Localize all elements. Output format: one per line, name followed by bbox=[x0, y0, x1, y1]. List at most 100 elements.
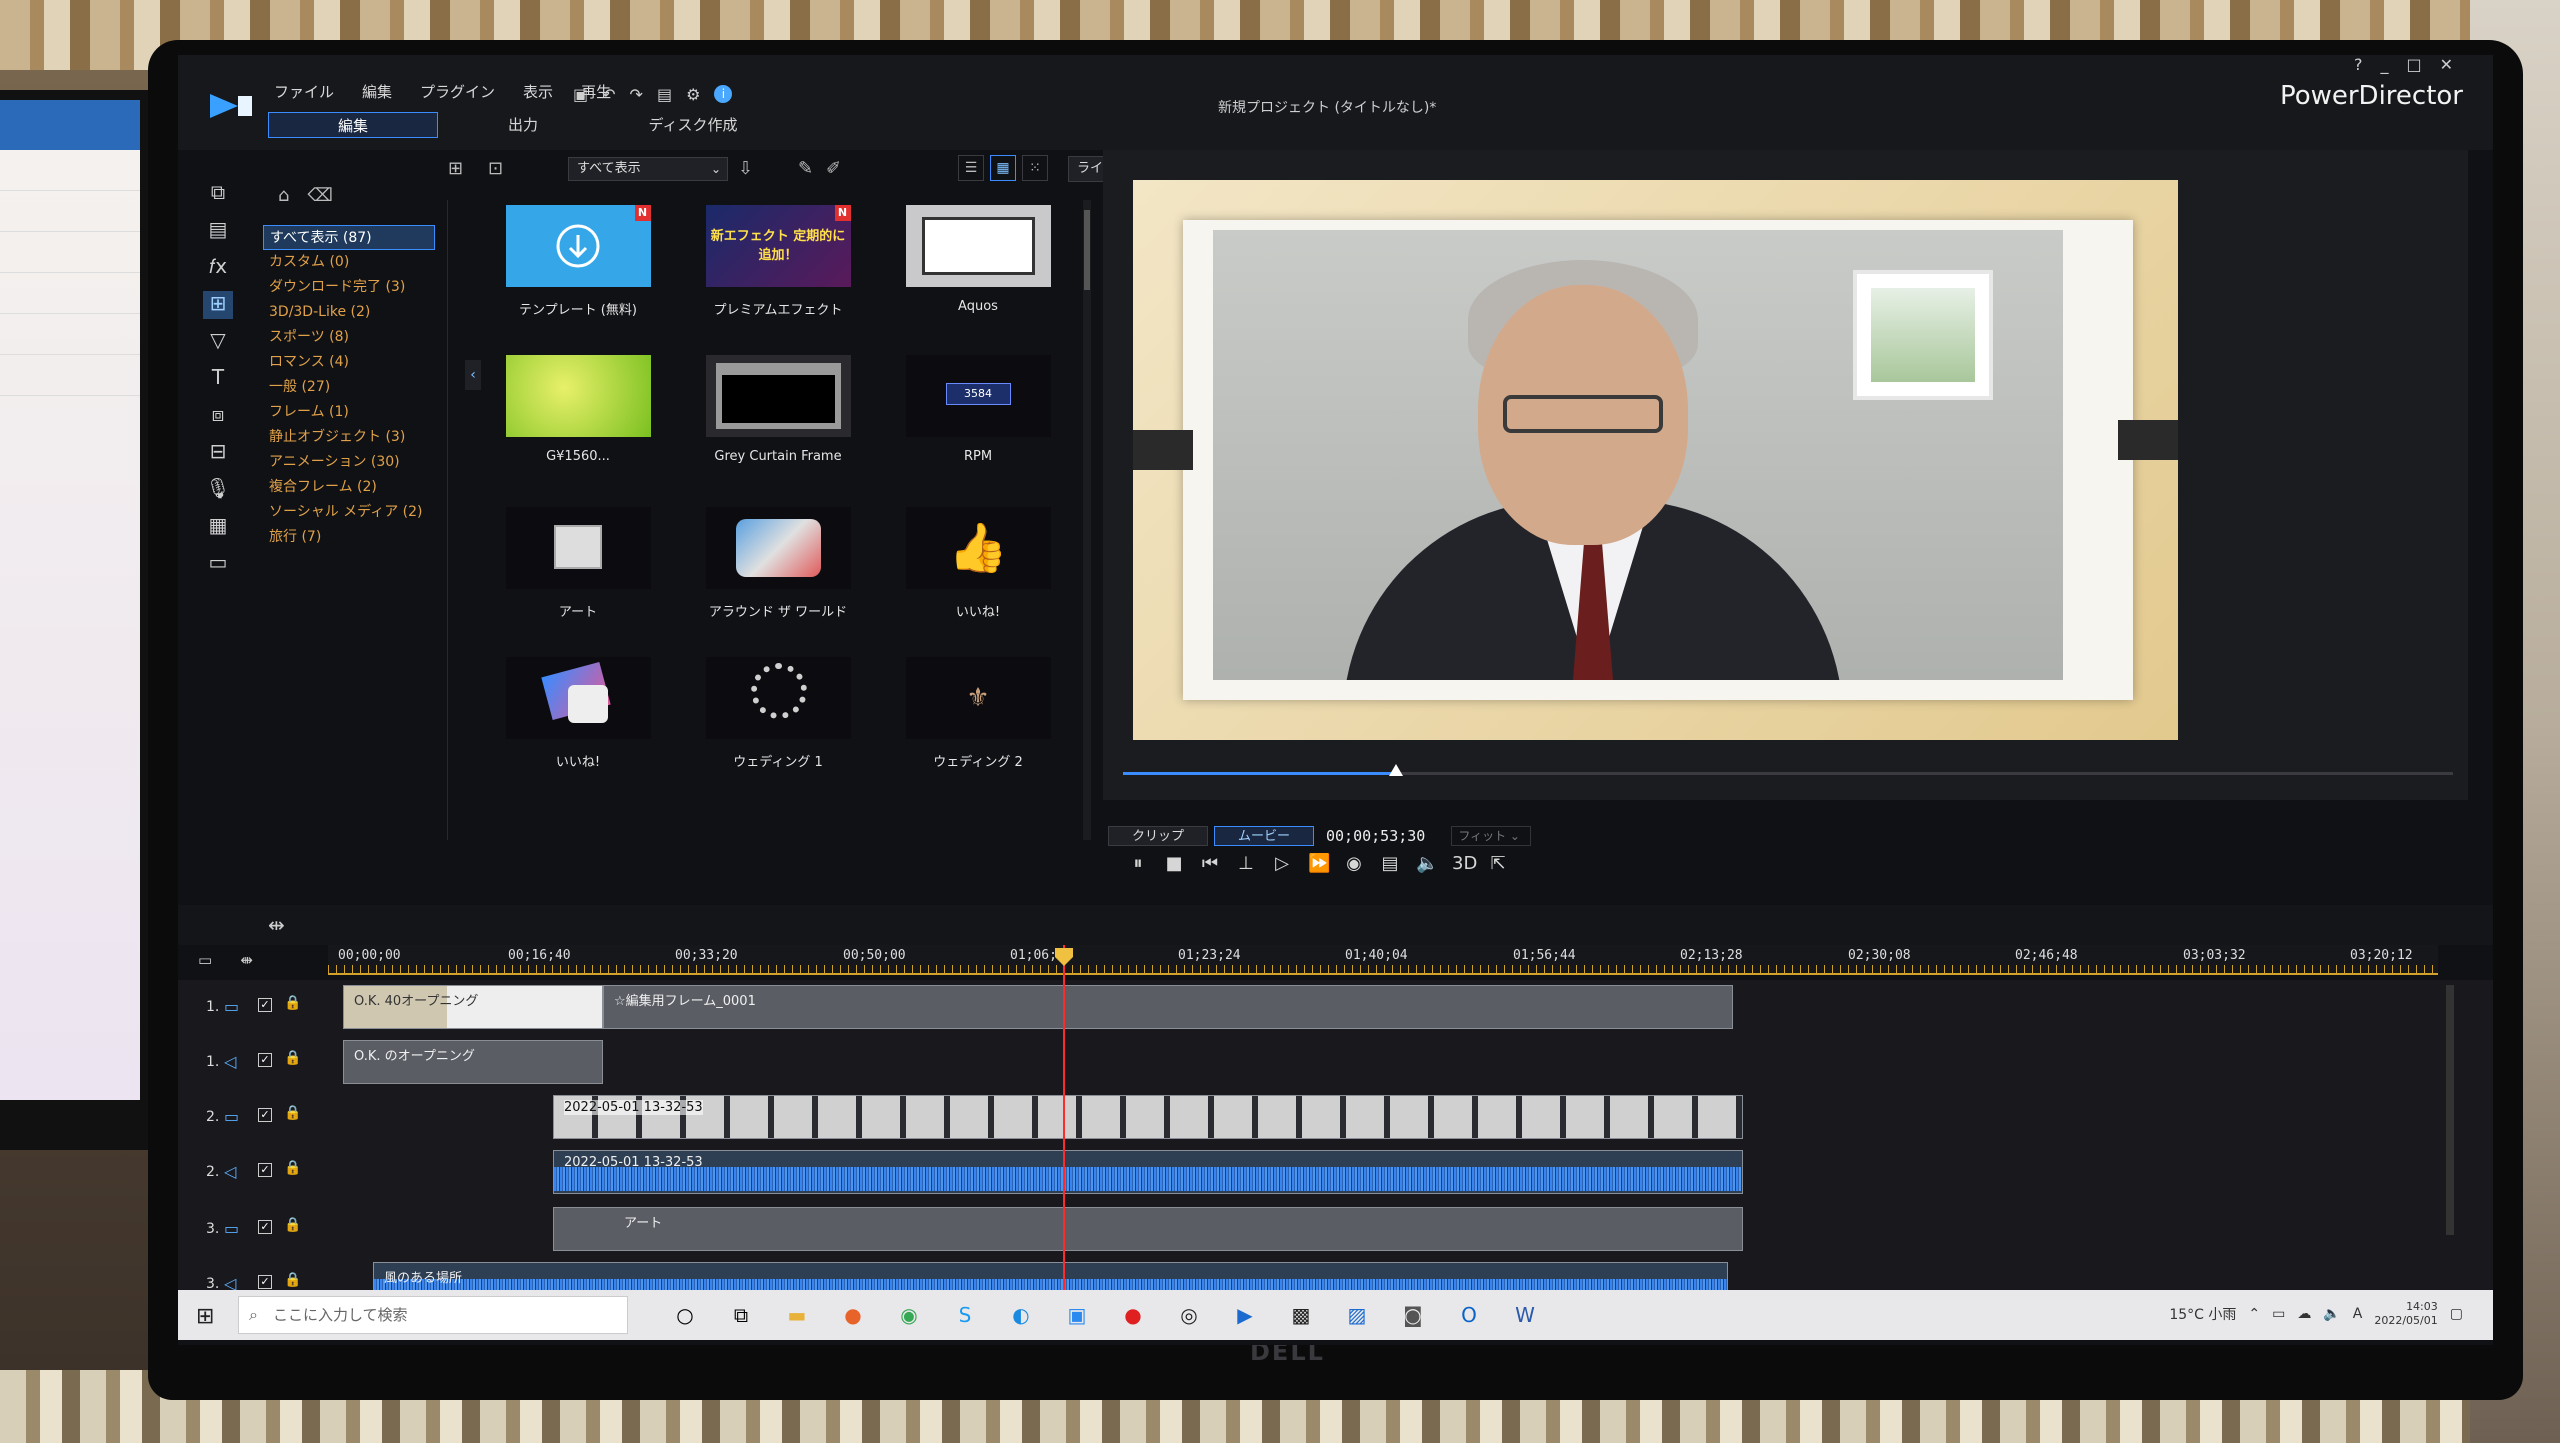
cloud-icon[interactable]: ☁ bbox=[2297, 1306, 2311, 1322]
library-filter-dropdown[interactable]: すべて表示 ⌄ bbox=[568, 157, 728, 181]
undo-icon[interactable]: ↶ bbox=[602, 85, 615, 104]
tab-produce[interactable]: 出力 bbox=[438, 112, 608, 138]
collapse-panel-icon[interactable]: ‹ bbox=[465, 360, 481, 390]
timeline-vertical-scrollbar[interactable] bbox=[2446, 985, 2454, 1235]
library-tile[interactable]: 👍 いいね! bbox=[898, 507, 1058, 620]
close-button[interactable]: ✕ bbox=[2440, 55, 2453, 74]
minimize-button[interactable]: _ bbox=[2380, 55, 2388, 74]
file-explorer-icon[interactable]: ▬ bbox=[780, 1300, 814, 1330]
library-tile[interactable]: 新エフェクト 定期的に追加！ N プレミアムエフェクト bbox=[698, 205, 858, 318]
add-tag-icon[interactable]: ⌂ bbox=[278, 185, 289, 206]
undock-icon[interactable]: ⇱ bbox=[1488, 853, 1508, 874]
taskbar-clock[interactable]: 14:03 2022/05/01 bbox=[2374, 1300, 2437, 1328]
windows-start-icon[interactable]: ⊞ bbox=[196, 1304, 214, 1329]
next-frame-icon[interactable]: ▷ bbox=[1272, 853, 1292, 874]
volume-icon[interactable]: 🔈 bbox=[2323, 1306, 2340, 1322]
split-icon[interactable]: ⊥ bbox=[1236, 853, 1256, 874]
grid-view-icon[interactable]: ▦ bbox=[990, 155, 1016, 181]
subtitle-icon[interactable]: ▤ bbox=[1380, 853, 1400, 874]
taskbar-search-input[interactable]: ⌕ ここに入力して検索 bbox=[238, 1296, 628, 1334]
preview-scrubber[interactable] bbox=[1123, 764, 2453, 776]
timecode[interactable]: 00;00;53;30 bbox=[1326, 827, 1425, 845]
track-enable-checkbox[interactable]: ✓ bbox=[258, 1220, 272, 1234]
chapter-room-icon[interactable]: ▦ bbox=[203, 513, 233, 541]
chrome-icon[interactable]: ◉ bbox=[892, 1300, 926, 1330]
timeline-clip[interactable]: アート bbox=[553, 1207, 1743, 1251]
photos-icon[interactable]: ▨ bbox=[1340, 1300, 1374, 1330]
chevron-up-icon[interactable]: ⌃ bbox=[2248, 1306, 2260, 1322]
library-tile[interactable]: 3584 RPM bbox=[898, 355, 1058, 464]
timeline-ruler[interactable]: 00;00;00 00;16;40 00;33;20 00;50;00 01;0… bbox=[328, 945, 2438, 975]
timeline-clip[interactable]: O.K. 40オープニング bbox=[343, 985, 603, 1029]
notification-icon[interactable]: ▢ bbox=[2450, 1306, 2463, 1322]
weather[interactable]: 15°C 小雨 bbox=[2169, 1304, 2236, 1324]
record-icon[interactable]: ● bbox=[1116, 1300, 1150, 1330]
remove-tag-icon[interactable]: ⌫ bbox=[307, 185, 332, 206]
category-item[interactable]: アニメーション (30) bbox=[263, 450, 435, 475]
category-item[interactable]: フレーム (1) bbox=[263, 400, 435, 425]
category-item[interactable]: ロマンス (4) bbox=[263, 350, 435, 375]
media-icon[interactable]: ▩ bbox=[1284, 1300, 1318, 1330]
media-room-icon[interactable]: ⧉ bbox=[203, 180, 233, 208]
particle-room-icon[interactable]: ▽ bbox=[203, 328, 233, 356]
effect-room-icon[interactable]: 𝑓x bbox=[203, 254, 233, 282]
subtitle-room-icon[interactable]: ▭ bbox=[203, 550, 233, 578]
redo-icon[interactable]: ↷ bbox=[630, 85, 643, 104]
list-view-icon[interactable]: ☰ bbox=[958, 155, 984, 181]
category-item[interactable]: ソーシャル メディア (2) bbox=[263, 500, 435, 525]
menu-file[interactable]: ファイル bbox=[274, 81, 334, 102]
library-tile[interactable]: N テンプレート (無料) bbox=[498, 205, 658, 318]
skype-icon[interactable]: S bbox=[948, 1300, 982, 1330]
track-enable-checkbox[interactable]: ✓ bbox=[258, 998, 272, 1012]
preview-video[interactable] bbox=[1133, 180, 2178, 740]
lock-icon[interactable]: 🔒 bbox=[284, 1272, 301, 1288]
zoom-icon[interactable]: ▣ bbox=[1060, 1300, 1094, 1330]
menu-plugin[interactable]: プラグイン bbox=[420, 81, 495, 102]
network-icon[interactable]: ▭ bbox=[2272, 1306, 2285, 1322]
word-icon[interactable]: W bbox=[1508, 1300, 1542, 1330]
gear-icon[interactable]: ⚙ bbox=[686, 85, 700, 104]
menu-view[interactable]: 表示 bbox=[523, 81, 553, 102]
library-tile[interactable]: Grey Curtain Frame bbox=[698, 355, 858, 464]
library-tile[interactable]: アート bbox=[498, 507, 658, 620]
timeline-clip[interactable]: 2022-05-01 13-32-53 bbox=[553, 1150, 1743, 1194]
timeline-clip[interactable]: O.K. のオープニング bbox=[343, 1040, 603, 1084]
category-item[interactable]: 静止オブジェクト (3) bbox=[263, 425, 435, 450]
snap-icon[interactable]: ⇼ bbox=[240, 951, 253, 969]
category-item[interactable]: 3D/3D-Like (2) bbox=[263, 300, 435, 325]
import-icon[interactable]: ⊞ bbox=[448, 158, 463, 179]
clip-mode-button[interactable]: クリップ bbox=[1108, 826, 1208, 846]
info-icon[interactable]: i bbox=[714, 85, 733, 103]
lock-icon[interactable]: 🔒 bbox=[284, 1217, 301, 1233]
library-tile[interactable]: ウェディング 1 bbox=[698, 657, 858, 770]
category-item[interactable]: 一般 (27) bbox=[263, 375, 435, 400]
library-scrollbar[interactable] bbox=[1083, 200, 1091, 840]
plugin-icon[interactable]: ⊡ bbox=[488, 158, 503, 179]
fast-forward-icon[interactable]: ⏩ bbox=[1308, 853, 1330, 874]
scrubber-handle[interactable] bbox=[1388, 764, 1403, 776]
display-settings-icon[interactable]: ▤ bbox=[657, 85, 672, 104]
category-item[interactable]: 旅行 (7) bbox=[263, 525, 435, 550]
stop-icon[interactable]: ■ bbox=[1164, 853, 1184, 874]
title-room-icon[interactable]: T bbox=[203, 365, 233, 393]
library-tile[interactable]: いいね! bbox=[498, 657, 658, 770]
ime-indicator[interactable]: A bbox=[2353, 1306, 2363, 1322]
edit-icon[interactable]: ✐ bbox=[826, 158, 841, 179]
library-tile[interactable]: G¥1560... bbox=[498, 355, 658, 464]
task-view-icon[interactable]: ⧉ bbox=[724, 1300, 758, 1330]
tab-edit[interactable]: 編集 bbox=[268, 112, 438, 138]
outlook-icon[interactable]: O bbox=[1452, 1300, 1486, 1330]
track-enable-checkbox[interactable]: ✓ bbox=[258, 1163, 272, 1177]
menu-edit[interactable]: 編集 bbox=[362, 81, 392, 102]
movie-mode-button[interactable]: ムービー bbox=[1214, 826, 1314, 846]
cortana-icon[interactable]: ○ bbox=[668, 1300, 702, 1330]
powerdirector-taskbar-icon[interactable]: ▶ bbox=[1228, 1300, 1262, 1330]
stereo-3d-button[interactable]: 3D bbox=[1452, 853, 1477, 874]
save-icon[interactable]: ▣ bbox=[573, 85, 588, 104]
edge-icon[interactable]: ◐ bbox=[1004, 1300, 1038, 1330]
track-enable-checkbox[interactable]: ✓ bbox=[258, 1108, 272, 1122]
tab-disc[interactable]: ディスク作成 bbox=[608, 112, 778, 138]
library-tile[interactable]: ⚜ ウェディング 2 bbox=[898, 657, 1058, 770]
pen-icon[interactable]: ✎ bbox=[798, 158, 813, 179]
category-item[interactable]: 複合フレーム (2) bbox=[263, 475, 435, 500]
